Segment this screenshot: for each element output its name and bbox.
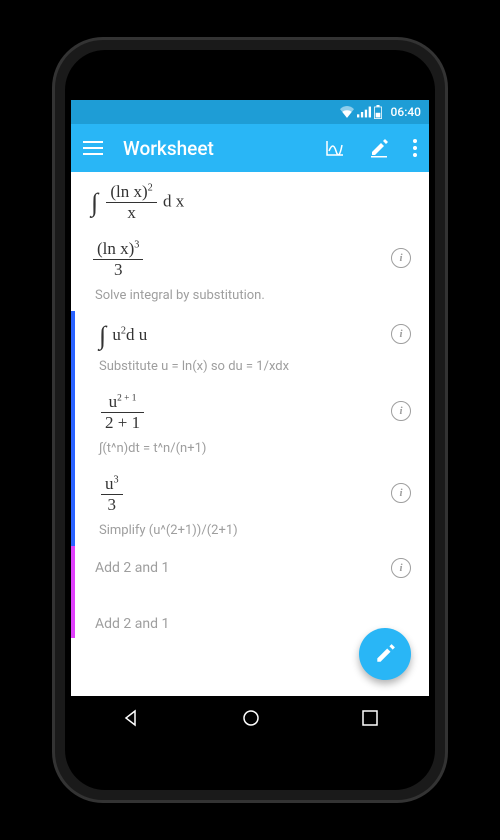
- triangle-back-icon: [121, 708, 141, 728]
- u-text: u: [112, 325, 121, 344]
- lnx-text-2: (ln x): [97, 239, 134, 258]
- lnx-text: (ln x): [110, 182, 147, 201]
- info-button[interactable]: i: [391, 248, 411, 268]
- du-text: d u: [126, 325, 147, 344]
- step-expression[interactable]: u2 + 1 2 + 1: [75, 382, 429, 439]
- u-text-2: u: [109, 392, 118, 411]
- nav-recent-button[interactable]: [361, 709, 379, 727]
- step-row: Add 2 and 1 i: [75, 546, 429, 590]
- result-row: (ln x)3 3 i: [71, 229, 429, 286]
- app-actions: [325, 138, 417, 158]
- expression-input[interactable]: ∫ (ln x)2 x d x: [71, 172, 429, 229]
- den-x: x: [106, 202, 156, 223]
- step-row: ∫ u2d u i: [75, 311, 429, 357]
- step-row: u2 + 1 2 + 1 i: [75, 382, 429, 439]
- info-button[interactable]: i: [391, 324, 411, 344]
- screen: 06:40 Worksheet: [71, 100, 429, 740]
- den-3b: 3: [101, 494, 123, 515]
- fab-edit-button[interactable]: [359, 628, 411, 680]
- circle-home-icon: [241, 708, 261, 728]
- square-recent-icon: [361, 709, 379, 727]
- result-expression[interactable]: (ln x)3 3: [71, 229, 429, 286]
- den-3: 3: [93, 259, 143, 280]
- dx-text: d x: [163, 191, 184, 210]
- nav-home-button[interactable]: [241, 708, 261, 728]
- info-icon: i: [399, 405, 402, 417]
- status-time: 06:40: [391, 105, 421, 119]
- step-group-add: Add 2 and 1 i Add 2 and 1: [71, 546, 429, 638]
- info-button[interactable]: i: [391, 401, 411, 421]
- hamburger-icon: [83, 141, 103, 155]
- step-caption: Solve integral by substitution.: [71, 286, 429, 311]
- step-row: u3 3 i: [75, 464, 429, 521]
- step-group-substitution: ∫ u2d u i Substitute u = ln(x) so du = 1…: [71, 311, 429, 546]
- u-exp-3: 3: [114, 474, 119, 485]
- info-icon: i: [399, 252, 402, 264]
- graph-button[interactable]: [325, 139, 345, 157]
- graph-icon: [325, 139, 345, 157]
- den-2p1: 2 + 1: [101, 412, 144, 433]
- exp-2: 2: [148, 182, 153, 193]
- status-bar: 06:40: [71, 100, 429, 124]
- step-caption: Simplify (u^(2+1))/(2+1): [75, 521, 429, 546]
- pencil-icon: [369, 138, 389, 158]
- signal-icon: [357, 106, 371, 118]
- step-expression[interactable]: ∫ u2d u: [75, 311, 429, 357]
- app-bar: Worksheet: [71, 124, 429, 172]
- exp-3: 3: [134, 239, 139, 250]
- phone-frame: 06:40 Worksheet: [55, 40, 445, 800]
- page-title: Worksheet: [123, 137, 305, 160]
- nav-bar: [71, 696, 429, 740]
- step-text[interactable]: Add 2 and 1: [75, 546, 429, 590]
- overflow-button[interactable]: [413, 139, 417, 157]
- info-icon: i: [399, 487, 402, 499]
- info-button[interactable]: i: [391, 483, 411, 503]
- info-button[interactable]: i: [391, 558, 411, 578]
- edit-button[interactable]: [369, 138, 389, 158]
- wifi-icon: [340, 106, 354, 118]
- nav-back-button[interactable]: [121, 708, 141, 728]
- info-icon: i: [399, 328, 402, 340]
- step-caption: Substitute u = ln(x) so du = 1/xdx: [75, 357, 429, 382]
- pencil-icon: [374, 643, 396, 665]
- u-exp-2p1: 2 + 1: [117, 393, 136, 403]
- menu-button[interactable]: [83, 141, 103, 155]
- step-expression[interactable]: u3 3: [75, 464, 429, 521]
- status-icons: 06:40: [340, 105, 421, 119]
- phone-inner: 06:40 Worksheet: [65, 50, 435, 790]
- content-area[interactable]: ∫ (ln x)2 x d x (ln x)3 3 i: [71, 172, 429, 696]
- info-icon: i: [399, 562, 402, 574]
- step-caption: ∫(t^n)dt = t^n/(n+1): [75, 439, 429, 464]
- battery-icon: [374, 105, 382, 119]
- u-text-3: u: [105, 474, 114, 493]
- kebab-icon: [413, 139, 417, 157]
